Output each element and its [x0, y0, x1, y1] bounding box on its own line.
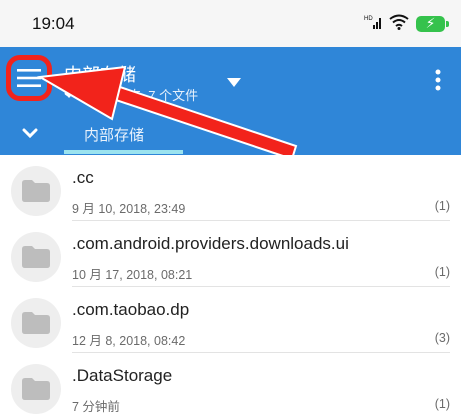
subtitle-text: 夹, 7 个文件 [128, 88, 199, 103]
menu-button[interactable] [6, 55, 52, 101]
file-name: .com.android.providers.downloads.ui [72, 234, 349, 253]
file-date: 7 分钟前 [72, 400, 120, 414]
battery-charging-icon: ⚡ [416, 15, 449, 32]
more-options-icon[interactable] [435, 69, 441, 96]
list-item[interactable]: .DataStorage 7 分钟前 (1) [0, 353, 461, 417]
signal-icon: HD [364, 14, 382, 35]
list-item[interactable]: .cc 9 月 10, 2018, 23:49 (1) [0, 155, 461, 221]
file-list: .cc 9 月 10, 2018, 23:49 (1) .com.android… [0, 155, 461, 417]
status-bar: 19:04 HD ⚡ [0, 0, 461, 47]
file-name: .cc [72, 168, 94, 187]
file-count: (1) [434, 199, 450, 213]
dropdown-arrow-icon[interactable] [227, 74, 241, 92]
status-icons: HD ⚡ [364, 14, 449, 35]
folder-icon [11, 364, 61, 414]
file-count: (3) [434, 331, 450, 345]
file-date: 9 月 10, 2018, 23:49 [72, 202, 186, 216]
page-subtitle: ❤ 夹, 7 个文件 [64, 85, 198, 104]
wifi-icon [389, 14, 409, 35]
folder-icon [11, 166, 61, 216]
app-bar: 内部存储 ❤ 夹, 7 个文件 内部存储 [0, 47, 461, 155]
svg-text:HD: HD [364, 16, 373, 22]
file-name: .DataStorage [72, 366, 173, 385]
chevron-down-icon[interactable] [22, 126, 38, 144]
tab-indicator [64, 150, 183, 154]
file-date: 12 月 8, 2018, 08:42 [72, 334, 186, 348]
folder-icon [11, 232, 61, 282]
hamburger-menu-icon [17, 69, 41, 87]
file-count: (1) [434, 265, 450, 279]
file-count: (1) [434, 397, 450, 411]
folder-icon [11, 298, 61, 348]
file-name: .com.taobao.dp [72, 300, 190, 319]
status-time: 19:04 [32, 14, 75, 33]
list-item[interactable]: .com.android.providers.downloads.ui 10 月… [0, 221, 461, 287]
tab-internal-storage[interactable]: 内部存储 [84, 124, 144, 145]
file-date: 10 月 17, 2018, 08:21 [72, 268, 193, 282]
list-item[interactable]: .com.taobao.dp 12 月 8, 2018, 08:42 (3) [0, 287, 461, 353]
heart-icon: ❤ [64, 87, 75, 102]
page-title: 内部存储 [64, 65, 136, 85]
